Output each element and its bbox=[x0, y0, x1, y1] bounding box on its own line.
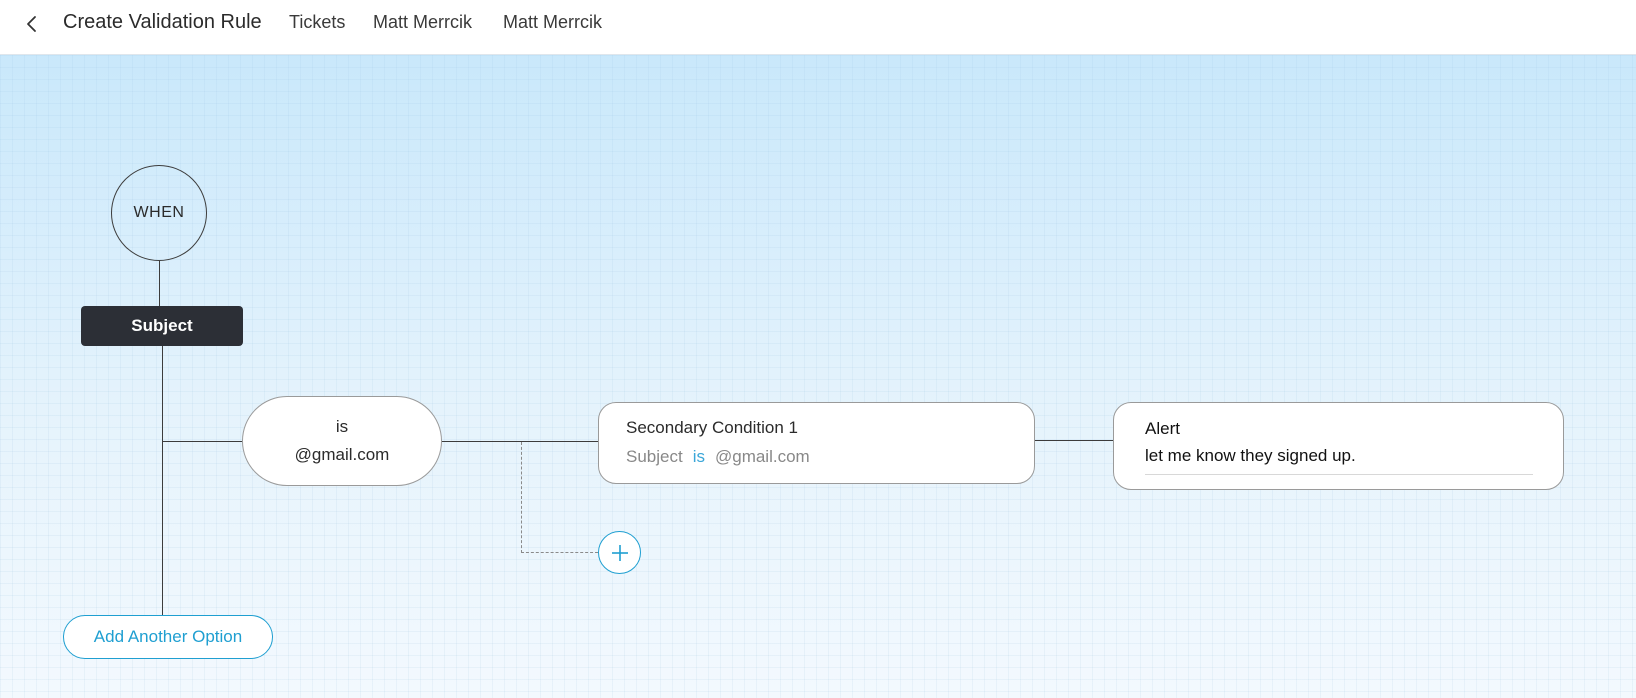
connector-secondary-action bbox=[1035, 440, 1113, 441]
page-title: Create Validation Rule bbox=[63, 11, 262, 33]
connector-when-subject bbox=[159, 261, 160, 306]
top-bar: Create Validation Rule Tickets Matt Merr… bbox=[0, 0, 1636, 55]
add-condition-button[interactable] bbox=[598, 531, 641, 574]
alert-title: Alert bbox=[1145, 419, 1180, 438]
connector-dashed-horizontal bbox=[521, 552, 598, 553]
alert-message: let me know they signed up. bbox=[1145, 446, 1356, 465]
connector-dashed-vertical bbox=[521, 442, 522, 553]
field-node-subject[interactable]: Subject bbox=[81, 306, 243, 346]
plus-icon bbox=[611, 544, 628, 561]
field-node-label: Subject bbox=[131, 316, 193, 335]
secondary-condition-operator: is bbox=[692, 447, 705, 466]
secondary-condition-field: Subject bbox=[626, 447, 683, 466]
secondary-condition-title: Secondary Condition 1 bbox=[626, 418, 799, 437]
chevron-left-icon bbox=[27, 16, 36, 32]
connector-trunk-condition bbox=[162, 441, 242, 442]
secondary-condition-card[interactable]: Secondary Condition 1 Subject is @gmail.co… bbox=[598, 402, 1035, 484]
secondary-condition-value: @gmail.com bbox=[714, 447, 810, 466]
breadcrumb-tickets[interactable]: Tickets bbox=[289, 12, 345, 33]
condition-value: @gmail.com bbox=[294, 445, 390, 464]
when-node: WHEN bbox=[111, 165, 207, 261]
alert-message-underline bbox=[1145, 474, 1533, 475]
back-button[interactable] bbox=[20, 12, 44, 36]
rule-canvas bbox=[0, 55, 1636, 698]
connector-subject-trunk bbox=[162, 346, 163, 615]
add-another-option-button[interactable]: Add Another Option bbox=[63, 615, 273, 659]
breadcrumb-user[interactable]: Matt Merrcik bbox=[373, 12, 472, 33]
condition-operator: is bbox=[335, 417, 349, 436]
secondary-condition-detail: Subject is @gmail.com bbox=[626, 447, 810, 467]
when-label: WHEN bbox=[133, 204, 185, 221]
add-another-option-label: Add Another Option bbox=[93, 627, 243, 646]
breadcrumb-user-2[interactable]: Matt Merrcik bbox=[503, 12, 602, 33]
condition-node[interactable]: is @gmail.com bbox=[242, 396, 442, 486]
connector-condition-secondary bbox=[442, 441, 598, 442]
alert-action-card[interactable]: Alert let me know they signed up. bbox=[1113, 402, 1564, 490]
